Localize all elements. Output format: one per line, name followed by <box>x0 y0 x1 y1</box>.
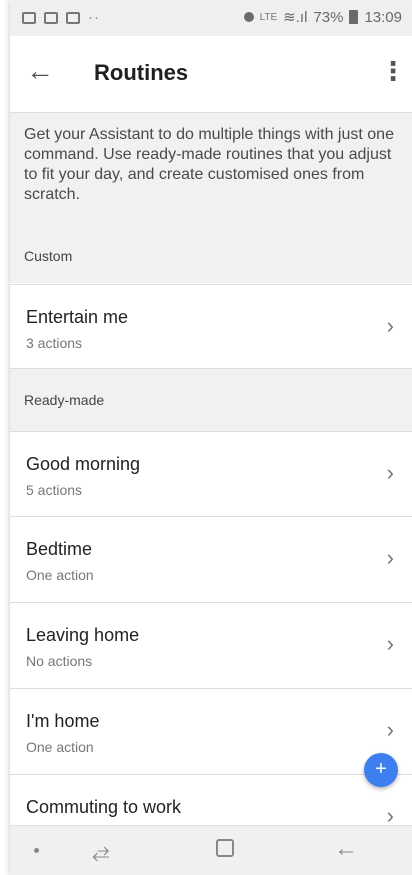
routine-title: Entertain me <box>26 307 129 327</box>
routine-item-im-home[interactable]: I'm home One action › <box>10 688 412 773</box>
routine-item-bedtime[interactable]: Bedtime One action › <box>10 516 412 601</box>
ready-made-header: Ready-made <box>10 368 412 432</box>
intro-text: Get your Assistant to do multiple things… <box>24 126 394 203</box>
recent-apps-icon[interactable]: ⥄ <box>92 838 110 864</box>
system-indicators: LTE ≋.ıl 73% 13:09 <box>243 8 402 26</box>
lte-label: LTE <box>259 11 278 23</box>
back-arrow-icon[interactable]: ← <box>26 56 54 86</box>
plus-icon: + <box>375 758 387 780</box>
add-routine-button[interactable]: + <box>364 753 398 787</box>
photo-icon <box>66 11 80 24</box>
routine-subtitle: 5 actions <box>26 482 83 498</box>
battery-percent: 73% <box>313 8 344 26</box>
routine-subtitle: No actions <box>26 653 93 669</box>
chevron-right-icon: › <box>386 460 394 485</box>
chevron-right-icon: › <box>386 313 394 338</box>
routine-title: Leaving home <box>26 625 140 645</box>
routine-item-leaving-home[interactable]: Leaving home No actions › <box>10 602 412 687</box>
home-icon[interactable] <box>216 839 234 857</box>
gallery-icon <box>22 11 36 24</box>
battery-icon <box>349 10 359 24</box>
routine-subtitle: One action <box>26 567 94 583</box>
routine-item-good-morning[interactable]: Good morning 5 actions › <box>10 431 412 516</box>
routine-subtitle: One action <box>26 739 94 755</box>
notification-icons: ·· <box>22 9 100 26</box>
chevron-right-icon: › <box>386 631 394 656</box>
more-vert-icon[interactable]: ⋮ <box>380 56 406 86</box>
chevron-right-icon: › <box>386 717 394 742</box>
more-notifications-icon: ·· <box>88 9 100 26</box>
routine-title: I'm home <box>26 711 100 731</box>
system-nav-bar: ⥄ ← <box>10 825 412 875</box>
page-title: Routines <box>94 60 189 85</box>
phone-screen: ·· LTE ≋.ıl 73% 13:09 ← Routines ⋮ Get y… <box>10 0 412 875</box>
status-bar: ·· LTE ≋.ıl 73% 13:09 <box>10 0 412 36</box>
clock: 13:09 <box>364 8 402 26</box>
alarm-icon <box>243 12 254 22</box>
section-label-custom: Custom <box>24 248 73 264</box>
system-back-icon[interactable]: ← <box>334 835 358 863</box>
chevron-right-icon: › <box>386 545 394 570</box>
section-label-ready-made: Ready-made <box>24 392 105 408</box>
routine-title: Commuting to work <box>26 797 182 817</box>
routine-title: Good morning <box>26 454 141 474</box>
intro-section: Get your Assistant to do multiple things… <box>10 113 412 283</box>
routine-item-entertain-me[interactable]: Entertain me 3 actions › <box>10 284 412 369</box>
routine-subtitle: 3 actions <box>26 335 83 351</box>
app-bar: ← Routines ⋮ <box>10 36 412 113</box>
app-notification-icon <box>44 11 58 24</box>
nav-dot-icon[interactable] <box>34 848 39 853</box>
wifi-signal-icon: ≋.ıl <box>283 9 308 26</box>
routine-title: Bedtime <box>26 539 93 559</box>
